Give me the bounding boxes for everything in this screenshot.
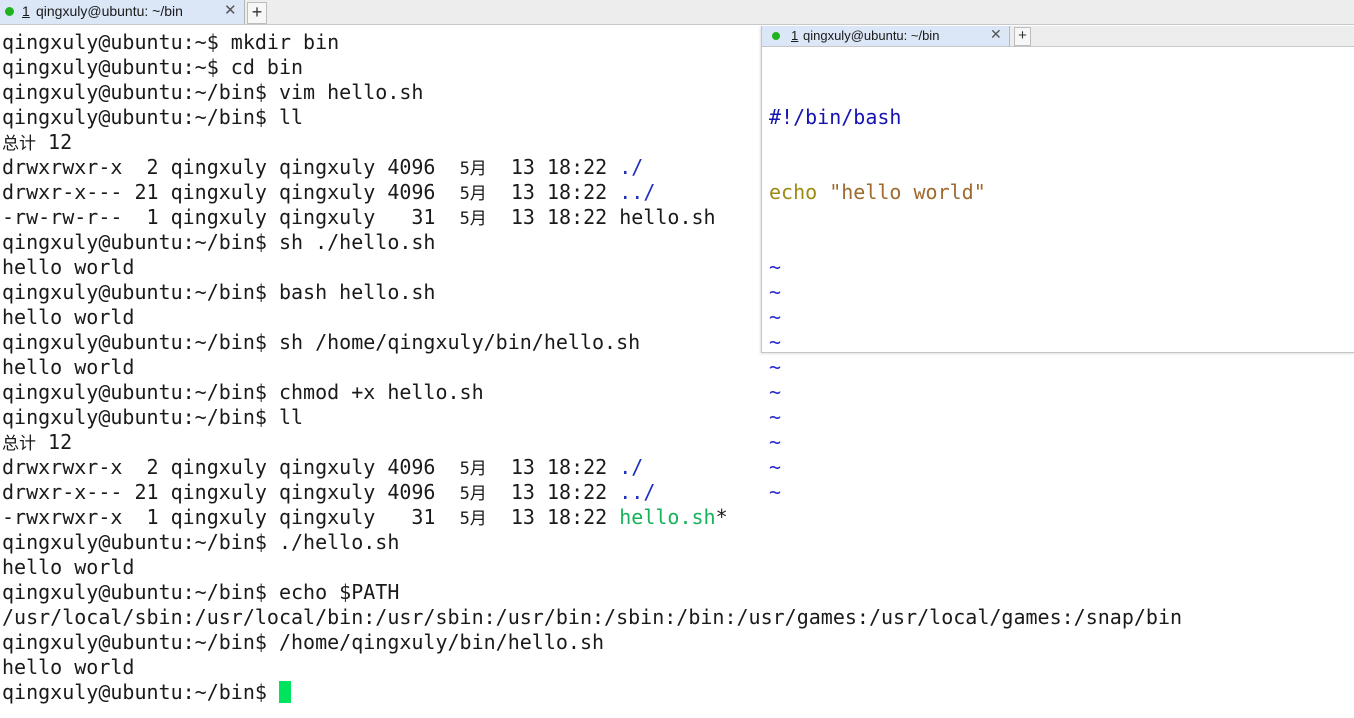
- terminal-text: drwxr-x--- 21 qingxuly qingxuly 4096: [2, 480, 460, 504]
- vim-tilde-line: ~: [769, 255, 782, 279]
- terminal-text: qingxuly@ubuntu:~/bin$ sh /home/qingxuly…: [2, 330, 641, 354]
- terminal-line: qingxuly@ubuntu:~/bin$ chmod +x hello.sh: [2, 380, 1182, 405]
- terminal-text: qingxuly@ubuntu:~/bin$ bash hello.sh: [2, 280, 436, 304]
- vim-tab-title: qingxuly@ubuntu: ~/bin: [803, 28, 940, 43]
- connected-status-icon: [5, 7, 14, 16]
- terminal-text: -rwxrwxr-x 1 qingxuly qingxuly 31: [2, 505, 460, 529]
- vim-window[interactable]: 1 qingxuly@ubuntu: ~/bin ✕ + #!/bin/bash…: [761, 26, 1354, 504]
- terminal-text: 总计: [2, 134, 36, 154]
- terminal-text: hello world: [2, 355, 135, 379]
- terminal-cursor: [278, 681, 291, 703]
- close-icon[interactable]: ✕: [990, 26, 1002, 43]
- terminal-line: drwxrwxr-x 2 qingxuly qingxuly 4096 5月 1…: [2, 455, 1182, 480]
- terminal-text: 5月: [459, 209, 487, 229]
- terminal-text: 12: [36, 430, 73, 454]
- terminal-text: hello world: [2, 255, 135, 279]
- terminal-line: qingxuly@ubuntu:~/bin$ ll: [2, 405, 1182, 430]
- terminal-text: /usr/local/sbin:/usr/local/bin:/usr/sbin…: [2, 605, 1183, 629]
- terminal-text: qingxuly@ubuntu:~/bin$ sh ./hello.sh: [2, 230, 436, 254]
- new-tab-button[interactable]: +: [247, 2, 267, 24]
- vim-tilde-line: ~: [769, 280, 782, 304]
- terminal-text: 13 18:22 hello.sh: [486, 205, 716, 229]
- vim-new-tab-button[interactable]: +: [1014, 27, 1031, 46]
- vim-tab-bar: 1 qingxuly@ubuntu: ~/bin ✕ +: [762, 26, 1354, 47]
- vim-tilde-line: ~: [769, 405, 782, 429]
- tab-title: qingxuly@ubuntu: ~/bin: [36, 3, 183, 19]
- terminal-text: qingxuly@ubuntu:~/bin$ /home/qingxuly/bi…: [2, 630, 605, 654]
- terminal-line: hello world: [2, 555, 1182, 580]
- vim-tilde-line: ~: [769, 330, 782, 354]
- terminal-prompt: qingxuly@ubuntu:~/bin$: [2, 680, 279, 704]
- terminal-text: qingxuly@ubuntu:~$ mkdir bin: [2, 30, 340, 54]
- vim-tab-terminal[interactable]: 1 qingxuly@ubuntu: ~/bin ✕: [762, 26, 1010, 46]
- terminal-text: -rw-rw-r-- 1 qingxuly qingxuly 31: [2, 205, 460, 229]
- terminal-text: 5月: [459, 184, 487, 204]
- vim-tilde-line: ~: [769, 480, 782, 504]
- tab-terminal[interactable]: 1 qingxuly@ubuntu: ~/bin ✕: [0, 0, 245, 24]
- vim-tilde-line: ~: [769, 430, 782, 454]
- terminal-text: 总计: [2, 434, 36, 454]
- terminal-line: /usr/local/sbin:/usr/local/bin:/usr/sbin…: [2, 605, 1182, 630]
- vim-tilde-line: ~: [769, 455, 782, 479]
- vim-tab-number: 1: [791, 28, 799, 43]
- terminal-text: 5月: [459, 159, 487, 179]
- vim-empty-lines: ~ ~ ~ ~ ~ ~ ~ ~ ~ ~: [769, 255, 986, 505]
- terminal-text: 13 18:22: [486, 155, 620, 179]
- vim-tilde-line: ~: [769, 355, 782, 379]
- tab-number: 1: [22, 3, 30, 19]
- terminal-text: ../: [619, 180, 656, 204]
- terminal-text: 5月: [459, 509, 487, 529]
- terminal-text: drwxr-x--- 21 qingxuly qingxuly 4096: [2, 180, 460, 204]
- terminal-text: qingxuly@ubuntu:~/bin$ ll: [2, 105, 304, 129]
- vim-code-line: echo "hello world": [769, 180, 986, 205]
- terminal-line: 总计 12: [2, 430, 1182, 455]
- terminal-line: drwxr-x--- 21 qingxuly qingxuly 4096 5月 …: [2, 480, 1182, 505]
- terminal-text: hello.sh: [619, 505, 716, 529]
- terminal-text: 13 18:22: [486, 505, 620, 529]
- terminal-text: qingxuly@ubuntu:~/bin$ echo $PATH: [2, 580, 400, 604]
- close-icon[interactable]: ✕: [224, 1, 237, 19]
- terminal-text: hello world: [2, 305, 135, 329]
- terminal-text: 5月: [459, 459, 487, 479]
- terminal-text: qingxuly@ubuntu:~/bin$ ll: [2, 405, 304, 429]
- terminal-text: 13 18:22: [486, 480, 620, 504]
- terminal-text: ./: [619, 455, 644, 479]
- connected-status-icon: [772, 32, 780, 40]
- terminal-text: *: [715, 505, 728, 529]
- terminal-text: 13 18:22: [486, 455, 620, 479]
- vim-editor-buffer[interactable]: #!/bin/bash echo "hello world" ~ ~ ~ ~ ~ ~ ~ ~ ~…: [769, 55, 986, 555]
- terminal-line: hello world: [2, 655, 1182, 680]
- terminal-text: ./: [619, 155, 644, 179]
- terminal-line: hello world: [2, 355, 1182, 380]
- terminal-text: drwxrwxr-x 2 qingxuly qingxuly 4096: [2, 155, 460, 179]
- terminal-text: hello world: [2, 655, 135, 679]
- terminal-text: 13 18:22: [486, 180, 620, 204]
- vim-tilde-line: ~: [769, 305, 782, 329]
- terminal-text: qingxuly@ubuntu:~/bin$ vim hello.sh: [2, 80, 424, 104]
- terminal-prompt-line: qingxuly@ubuntu:~/bin$: [2, 680, 1182, 705]
- vim-shebang-line: #!/bin/bash: [769, 105, 902, 129]
- terminal-text: qingxuly@ubuntu:~/bin$ ./hello.sh: [2, 530, 400, 554]
- terminal-line: qingxuly@ubuntu:~/bin$ ./hello.sh: [2, 530, 1182, 555]
- main-tab-bar: 1 qingxuly@ubuntu: ~/bin ✕ +: [0, 0, 1354, 25]
- terminal-line: -rwxrwxr-x 1 qingxuly qingxuly 31 5月 13 …: [2, 505, 1182, 530]
- terminal-text: qingxuly@ubuntu:~/bin$ chmod +x hello.sh: [2, 380, 484, 404]
- terminal-text: hello world: [2, 555, 135, 579]
- vim-keyword: echo: [769, 180, 818, 204]
- terminal-text: drwxrwxr-x 2 qingxuly qingxuly 4096: [2, 455, 460, 479]
- terminal-text: 5月: [459, 484, 487, 504]
- terminal-text: 12: [36, 130, 73, 154]
- terminal-line: qingxuly@ubuntu:~/bin$ echo $PATH: [2, 580, 1182, 605]
- terminal-text: qingxuly@ubuntu:~$ cd bin: [2, 55, 304, 79]
- vim-string: "hello world": [829, 180, 986, 204]
- terminal-line: qingxuly@ubuntu:~/bin$ /home/qingxuly/bi…: [2, 630, 1182, 655]
- vim-tilde-line: ~: [769, 380, 782, 404]
- terminal-text: ../: [619, 480, 656, 504]
